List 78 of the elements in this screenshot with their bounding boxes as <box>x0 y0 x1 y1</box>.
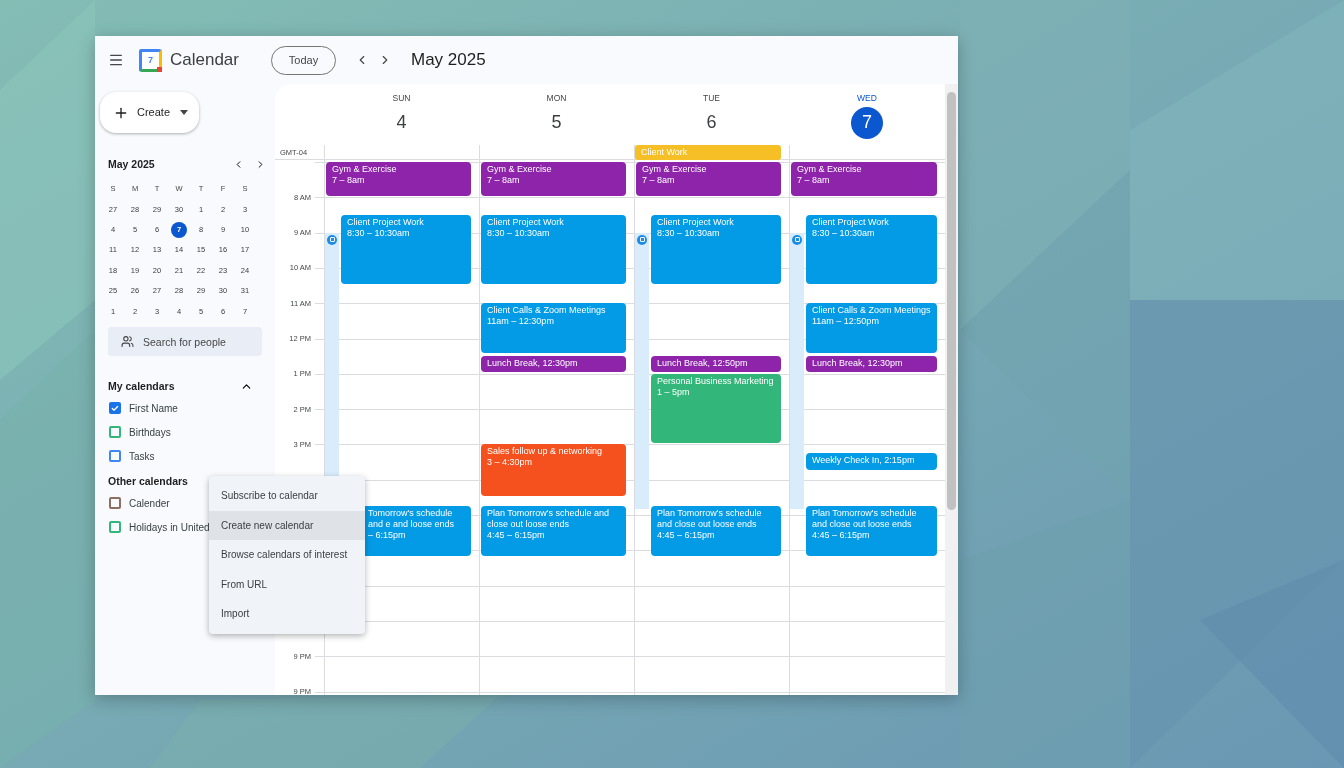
menu-item[interactable]: From URL <box>209 569 365 599</box>
day-name: MON <box>546 92 567 105</box>
event-time: 7 – 8am <box>332 175 366 186</box>
event-title: Client Project Work <box>347 216 425 228</box>
calendar-event[interactable]: Lunch Break, 12:50pm <box>651 356 781 372</box>
event-time: 3 – 4:30pm <box>487 457 534 469</box>
calendar-name: Birthdays <box>129 426 171 440</box>
event-time: 1 – 5pm <box>657 386 691 398</box>
create-button[interactable]: Create <box>100 92 199 133</box>
building-icon <box>637 234 647 245</box>
event-title: Gym & Exercise <box>642 164 708 175</box>
event-time: 8:30 – 10:30am <box>812 227 876 239</box>
event-title: Lunch Break, 12:30pm <box>487 358 579 370</box>
event-time: 8:30 – 10:30am <box>487 227 551 239</box>
calendar-event[interactable]: Gym & Exercise 7 – 8am <box>791 162 937 197</box>
event-title: Tomorrow's schedule and e and loose ends <box>368 508 456 531</box>
calendar-name: Tasks <box>129 450 155 464</box>
calendar-name: Calender <box>129 497 170 511</box>
checkbox[interactable] <box>109 497 121 510</box>
section-title: Other calendars <box>108 473 188 489</box>
day-number[interactable]: 6 <box>695 106 728 139</box>
event-time: 7 – 8am <box>642 175 676 186</box>
event-time: 8:30 – 10:30am <box>347 227 411 239</box>
calendar-event[interactable]: Lunch Break, 12:30pm <box>806 356 937 372</box>
event-title: Lunch Break, 12:30pm <box>812 358 904 370</box>
day-name: TUE <box>703 92 720 105</box>
calendar-event[interactable]: Lunch Break, 12:30pm <box>481 356 626 372</box>
search-field[interactable]: Search for people <box>108 327 262 357</box>
people-icon <box>121 335 134 349</box>
event-title: Plan Tomorrow's schedule and close out loose ends <box>487 508 611 531</box>
event-title: Client Project Work <box>487 216 565 228</box>
day-number[interactable]: 7 <box>851 106 883 139</box>
calendar-name: Holidays in United <box>129 521 210 535</box>
menu-item[interactable]: Create new calendar <box>209 510 365 540</box>
event-title: Client Project Work <box>657 216 735 228</box>
event-time: – 6:15pm <box>368 530 407 542</box>
event-title: Plan Tomorrow's schedule and close out loose ends <box>657 508 763 531</box>
day-name: SUN <box>392 92 411 105</box>
event-title: Personal Business Marketing <box>657 375 775 387</box>
current-period: May 2025 <box>411 49 486 72</box>
event-time: 11am – 12:30pm <box>487 316 555 328</box>
building-icon <box>792 234 802 245</box>
menu-icon[interactable] <box>108 52 124 68</box>
event-title: Client Calls & Zoom Meetings <box>812 305 932 317</box>
event-time: 4:45 – 6:15pm <box>812 530 871 542</box>
event-time: 4:45 – 6:15pm <box>657 530 716 542</box>
event-time: 8:30 – 10:30am <box>657 227 721 239</box>
event-title: Gym & Exercise <box>487 164 553 175</box>
section-title: My calendars <box>108 378 175 394</box>
event-title: Sales follow up & networking <box>487 446 604 458</box>
checkbox[interactable] <box>109 402 121 415</box>
day-number[interactable]: 4 <box>385 106 418 139</box>
checkbox[interactable] <box>109 450 121 463</box>
checkbox[interactable] <box>109 426 121 439</box>
menu-item[interactable]: Import <box>209 599 365 629</box>
calendar-event[interactable]: Gym & Exercise 7 – 8am <box>326 162 471 197</box>
checkbox[interactable] <box>109 521 121 534</box>
day-number[interactable]: 5 <box>540 106 573 139</box>
event-title: Gym & Exercise <box>332 164 398 175</box>
calendar-event[interactable]: Gym & Exercise 7 – 8am <box>636 162 781 197</box>
scrollbar[interactable] <box>945 84 958 695</box>
calendar-name: First Name <box>129 402 178 416</box>
event-title: Client Project Work <box>812 216 890 228</box>
app-title: Calendar <box>170 49 239 72</box>
caret-icon <box>180 110 189 115</box>
event-title: Lunch Break, 12:50pm <box>657 358 749 370</box>
event-time: 11am – 12:50pm <box>812 316 880 328</box>
event-time: 7 – 8am <box>797 175 831 186</box>
calendar-logo-icon: 7 <box>139 48 162 72</box>
event-time: 4:45 – 6:15pm <box>487 530 546 542</box>
event-title: Weekly Check In, 2:15pm <box>812 455 916 467</box>
event-time: 7 – 8am <box>487 175 521 186</box>
calendar-event[interactable]: Gym & Exercise 7 – 8am <box>481 162 626 197</box>
event-title: Plan Tomorrow's schedule and close out loose ends <box>812 508 918 531</box>
mini-calendar-title: May 2025 <box>108 157 155 172</box>
event-title: Client Calls & Zoom Meetings <box>487 305 607 317</box>
day-name: WED <box>857 92 877 105</box>
event-title: Gym & Exercise <box>797 164 863 175</box>
